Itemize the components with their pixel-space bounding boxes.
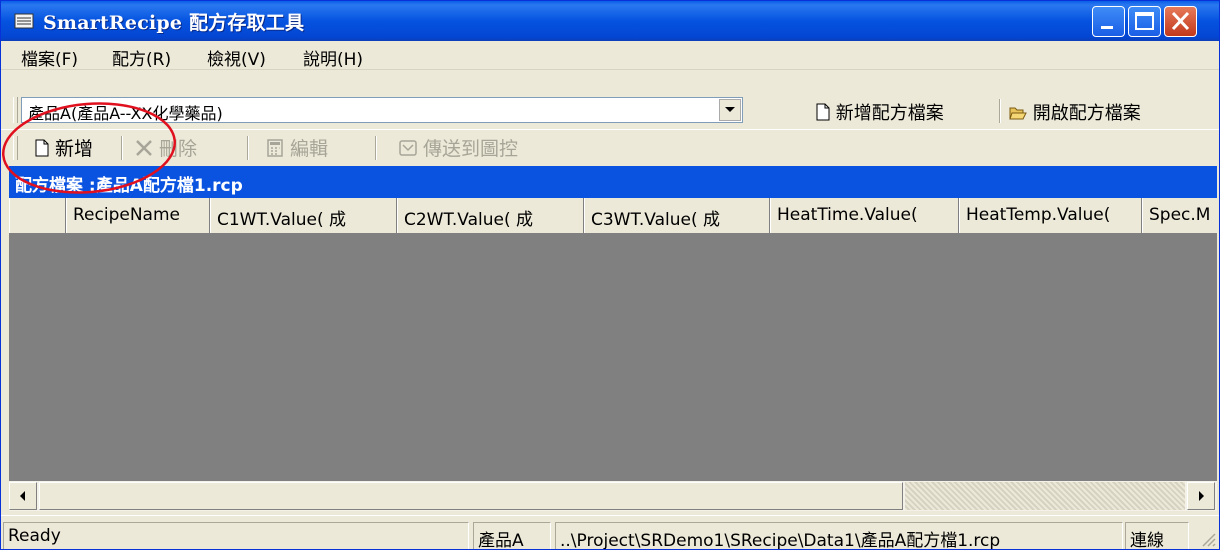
minimize-button[interactable] <box>1092 6 1125 37</box>
menu-help[interactable]: 說明(H) <box>303 45 363 70</box>
send-to-scada-label: 傳送到圖控 <box>423 138 519 160</box>
column-label: C3WT.Value( 成 <box>591 210 720 230</box>
arrow-right-icon <box>1199 491 1204 501</box>
column-header[interactable]: C3WT.Value( 成 <box>584 198 770 233</box>
column-header[interactable]: C2WT.Value( 成 <box>397 198 584 233</box>
maximize-icon <box>1135 12 1154 30</box>
status-connection-text: 連線 <box>1130 531 1164 550</box>
file-caption-bar: 配方檔案 :產品A配方檔1.rcp <box>9 166 1217 198</box>
status-product: 產品A <box>473 522 551 550</box>
new-file-icon <box>35 139 49 157</box>
new-recipe-file-button[interactable]: 新增配方檔案 <box>816 99 944 125</box>
resize-grip-icon[interactable] <box>1197 528 1217 548</box>
delete-x-icon <box>136 140 152 156</box>
divider <box>375 136 377 160</box>
open-recipe-file-label: 開啟配方檔案 <box>1032 103 1141 124</box>
menu-view[interactable]: 檢視(V) <box>207 45 266 70</box>
divider <box>247 136 249 160</box>
grid-header: RecipeName C1WT.Value( 成 C2WT.Value( 成 C… <box>9 198 1217 234</box>
new-file-icon <box>816 103 830 121</box>
toolbar-grip[interactable] <box>13 136 18 160</box>
title-bar[interactable]: SmartRecipe 配方存取工具 <box>1 1 1219 41</box>
recipe-select[interactable]: 產品A(產品A--XX化學藥品) <box>21 97 743 123</box>
notebook-icon <box>14 13 34 29</box>
column-label: C2WT.Value( 成 <box>404 210 533 230</box>
send-icon <box>399 140 417 156</box>
close-button[interactable] <box>1164 6 1197 37</box>
send-to-scada-button[interactable]: 傳送到圖控 <box>399 134 518 161</box>
status-path-text: ..\Project\SRDemo1\SRecipe\Data1\產品A配方檔1… <box>560 531 1001 550</box>
scroll-track[interactable] <box>905 482 1185 510</box>
column-label: Spec.M <box>1149 205 1211 225</box>
horizontal-scrollbar[interactable] <box>9 481 1217 511</box>
window-title: SmartRecipe 配方存取工具 <box>43 12 305 34</box>
scroll-thumb[interactable] <box>39 482 903 510</box>
column-header[interactable]: Spec.M <box>1142 198 1217 233</box>
new-recipe-file-label: 新增配方檔案 <box>835 103 944 124</box>
menu-file[interactable]: 檔案(F) <box>21 45 78 70</box>
column-header[interactable]: HeatTime.Value( <box>770 198 959 233</box>
close-icon <box>1171 11 1190 31</box>
status-path: ..\Project\SRDemo1\SRecipe\Data1\產品A配方檔1… <box>555 522 1123 550</box>
column-label: C1WT.Value( 成 <box>217 210 346 230</box>
column-header[interactable]: RecipeName <box>66 198 210 233</box>
add-button[interactable]: 新增 <box>35 134 93 161</box>
status-connection: 連線 <box>1125 522 1189 550</box>
divider <box>121 136 123 160</box>
edit-label: 編輯 <box>290 138 329 160</box>
add-label: 新增 <box>55 138 94 160</box>
chevron-down-icon <box>725 107 735 112</box>
calculator-icon <box>267 139 283 157</box>
open-folder-icon <box>1009 107 1027 120</box>
toolbar: 新增 刪除 編輯 傳送到圖控 <box>1 129 1219 164</box>
scroll-right-button[interactable] <box>1187 482 1215 510</box>
column-header[interactable]: C1WT.Value( 成 <box>210 198 397 233</box>
column-label: HeatTime.Value( <box>777 205 918 225</box>
row-selector-header[interactable] <box>9 198 66 233</box>
status-product-text: 產品A <box>478 531 524 550</box>
column-label: HeatTemp.Value( <box>966 205 1111 225</box>
column-label: RecipeName <box>73 205 180 225</box>
recipe-select-value: 產品A(產品A--XX化學藥品) <box>28 104 223 123</box>
column-header[interactable]: HeatTemp.Value( <box>959 198 1142 233</box>
dropdown-button[interactable] <box>719 99 741 121</box>
delete-label: 刪除 <box>159 138 198 160</box>
status-bar: Ready 產品A ..\Project\SRDemo1\SRecipe\Dat… <box>1 515 1219 550</box>
delete-button[interactable]: 刪除 <box>135 134 197 161</box>
menu-recipe[interactable]: 配方(R) <box>112 45 171 70</box>
edit-button[interactable]: 編輯 <box>266 134 328 161</box>
scroll-left-button[interactable] <box>9 482 37 510</box>
menu-bar: 檔案(F) 配方(R) 檢視(V) 說明(H) <box>1 41 1219 70</box>
divider <box>999 99 1001 123</box>
arrow-left-icon <box>20 491 25 501</box>
maximize-button[interactable] <box>1128 6 1161 37</box>
file-caption: 配方檔案 :產品A配方檔1.rcp <box>15 176 243 196</box>
toolbar-grip[interactable] <box>13 97 18 123</box>
status-ready: Ready <box>3 522 469 549</box>
recipe-grid[interactable]: RecipeName C1WT.Value( 成 C2WT.Value( 成 C… <box>9 198 1217 481</box>
app-window: SmartRecipe 配方存取工具 檔案(F) 配方(R) 檢視(V) 說明(… <box>0 0 1220 550</box>
status-ready-text: Ready <box>8 526 61 546</box>
minimize-icon <box>1101 26 1113 29</box>
open-recipe-file-button[interactable]: 開啟配方檔案 <box>1009 99 1141 125</box>
